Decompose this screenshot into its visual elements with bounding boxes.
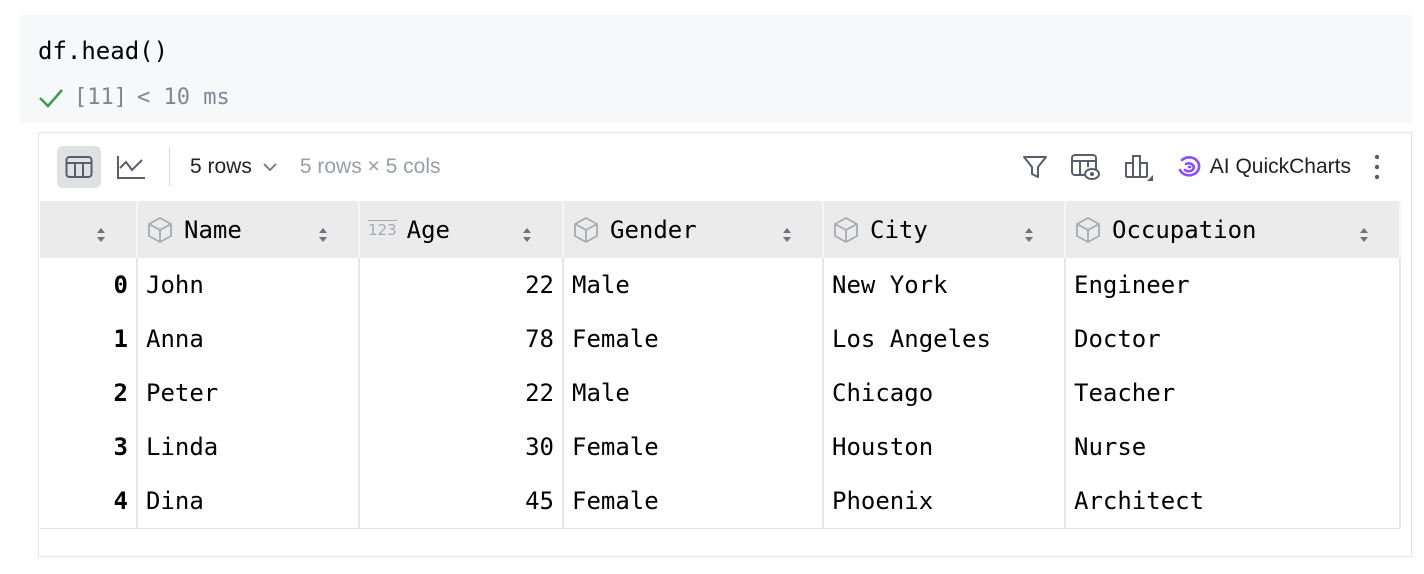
row-index[interactable]: 2 — [40, 366, 138, 420]
column-header-age[interactable]: 123 Age — [359, 201, 564, 258]
column-name: Age — [406, 215, 450, 244]
bar-chart-icon[interactable] — [1124, 153, 1154, 181]
column-name: Gender — [610, 215, 697, 244]
ai-quickcharts-button[interactable]: AI QuickCharts — [1176, 155, 1351, 179]
table-view-button[interactable] — [57, 146, 101, 188]
cell-gender[interactable]: Female — [563, 474, 824, 528]
row-index[interactable]: 0 — [40, 258, 138, 312]
cell-city[interactable]: Phoenix — [823, 474, 1066, 528]
cell-occupation[interactable]: Engineer — [1065, 258, 1401, 312]
row-index[interactable]: 1 — [40, 312, 138, 366]
sort-icon[interactable] — [522, 227, 532, 243]
table-row: 4 Dina 45 Female Phoenix Architect — [40, 474, 1401, 528]
chart-view-button[interactable] — [109, 146, 153, 188]
column-header-occupation[interactable]: Occupation — [1065, 201, 1401, 258]
cell-name[interactable]: Dina — [137, 474, 360, 528]
cell-name[interactable]: Linda — [137, 420, 360, 474]
table-row: 3 Linda 30 Female Houston Nurse — [40, 420, 1401, 474]
cell-city[interactable]: Chicago — [823, 366, 1066, 420]
cell-age[interactable]: 78 — [359, 312, 564, 366]
chevron-down-icon — [263, 163, 277, 172]
cell-gender[interactable]: Female — [563, 312, 824, 366]
table-row: 1 Anna 78 Female Los Angeles Doctor — [40, 312, 1401, 366]
cell-age[interactable]: 30 — [359, 420, 564, 474]
cell-name[interactable]: John — [137, 258, 360, 312]
column-header-gender[interactable]: Gender — [563, 201, 824, 258]
cell-age[interactable]: 22 — [359, 366, 564, 420]
check-icon — [39, 88, 63, 108]
cell-name[interactable]: Anna — [137, 312, 360, 366]
exec-count: [11] — [74, 85, 127, 110]
column-header-city[interactable]: City — [823, 201, 1066, 258]
execution-status: [11] < 10 ms — [38, 85, 230, 110]
cell-age[interactable]: 22 — [359, 258, 564, 312]
table-row: 2 Peter 22 Male Chicago Teacher — [40, 366, 1401, 420]
sort-icon[interactable] — [318, 227, 328, 243]
dataframe-viewer: 5 rows 5 rows × 5 cols AI QuickCharts Na… — [38, 132, 1412, 557]
object-type-icon — [1076, 216, 1100, 243]
cell-gender[interactable]: Male — [563, 258, 824, 312]
exec-duration: < 10 ms — [136, 85, 230, 110]
dataframe-table: Name 123 Age Gender City Occupation 0 John 22 Ma… — [40, 201, 1401, 528]
object-type-icon — [148, 216, 172, 243]
code-editor[interactable]: df.head() — [38, 37, 168, 65]
cell-gender[interactable]: Female — [563, 420, 824, 474]
table-row: 0 John 22 Male New York Engineer — [40, 258, 1401, 312]
filter-icon[interactable] — [1022, 154, 1048, 180]
sort-icon[interactable] — [96, 227, 106, 243]
sort-icon[interactable] — [1024, 227, 1034, 243]
cell-name[interactable]: Peter — [137, 366, 360, 420]
table-footer-divider — [40, 528, 1400, 529]
cell-age[interactable]: 45 — [359, 474, 564, 528]
cell-occupation[interactable]: Architect — [1065, 474, 1401, 528]
column-name: Name — [184, 215, 242, 244]
object-type-icon — [574, 216, 598, 243]
row-index[interactable]: 3 — [40, 420, 138, 474]
cell-city[interactable]: Houston — [823, 420, 1066, 474]
cell-city[interactable]: New York — [823, 258, 1066, 312]
numeric-type-icon: 123 — [368, 220, 397, 239]
code-cell[interactable]: df.head() [11] < 10 ms — [20, 15, 1412, 123]
toolbar-divider — [169, 148, 170, 186]
ai-spiral-icon — [1178, 156, 1201, 177]
column-header-name[interactable]: Name — [137, 201, 360, 258]
rows-select[interactable]: 5 rows — [190, 155, 278, 179]
column-visibility-icon[interactable] — [1070, 153, 1102, 181]
cell-gender[interactable]: Male — [563, 366, 824, 420]
index-header[interactable] — [40, 201, 138, 258]
line-chart-icon — [117, 156, 145, 179]
cell-occupation[interactable]: Doctor — [1065, 312, 1401, 366]
cell-city[interactable]: Los Angeles — [823, 312, 1066, 366]
cell-occupation[interactable]: Nurse — [1065, 420, 1401, 474]
more-options-icon[interactable] — [1373, 153, 1381, 181]
shape-label: 5 rows × 5 cols — [299, 155, 441, 178]
table-icon — [65, 156, 93, 178]
object-type-icon — [834, 216, 858, 243]
cell-occupation[interactable]: Teacher — [1065, 366, 1401, 420]
ai-quickcharts-label: AI QuickCharts — [1209, 155, 1351, 178]
table-toolbar: 5 rows 5 rows × 5 cols AI QuickCharts — [39, 133, 1411, 201]
rows-select-value: 5 rows — [190, 155, 252, 178]
row-index[interactable]: 4 — [40, 474, 138, 528]
column-name: City — [870, 215, 928, 244]
sort-icon[interactable] — [782, 227, 792, 243]
sort-icon[interactable] — [1359, 227, 1369, 243]
column-name: Occupation — [1112, 215, 1257, 244]
